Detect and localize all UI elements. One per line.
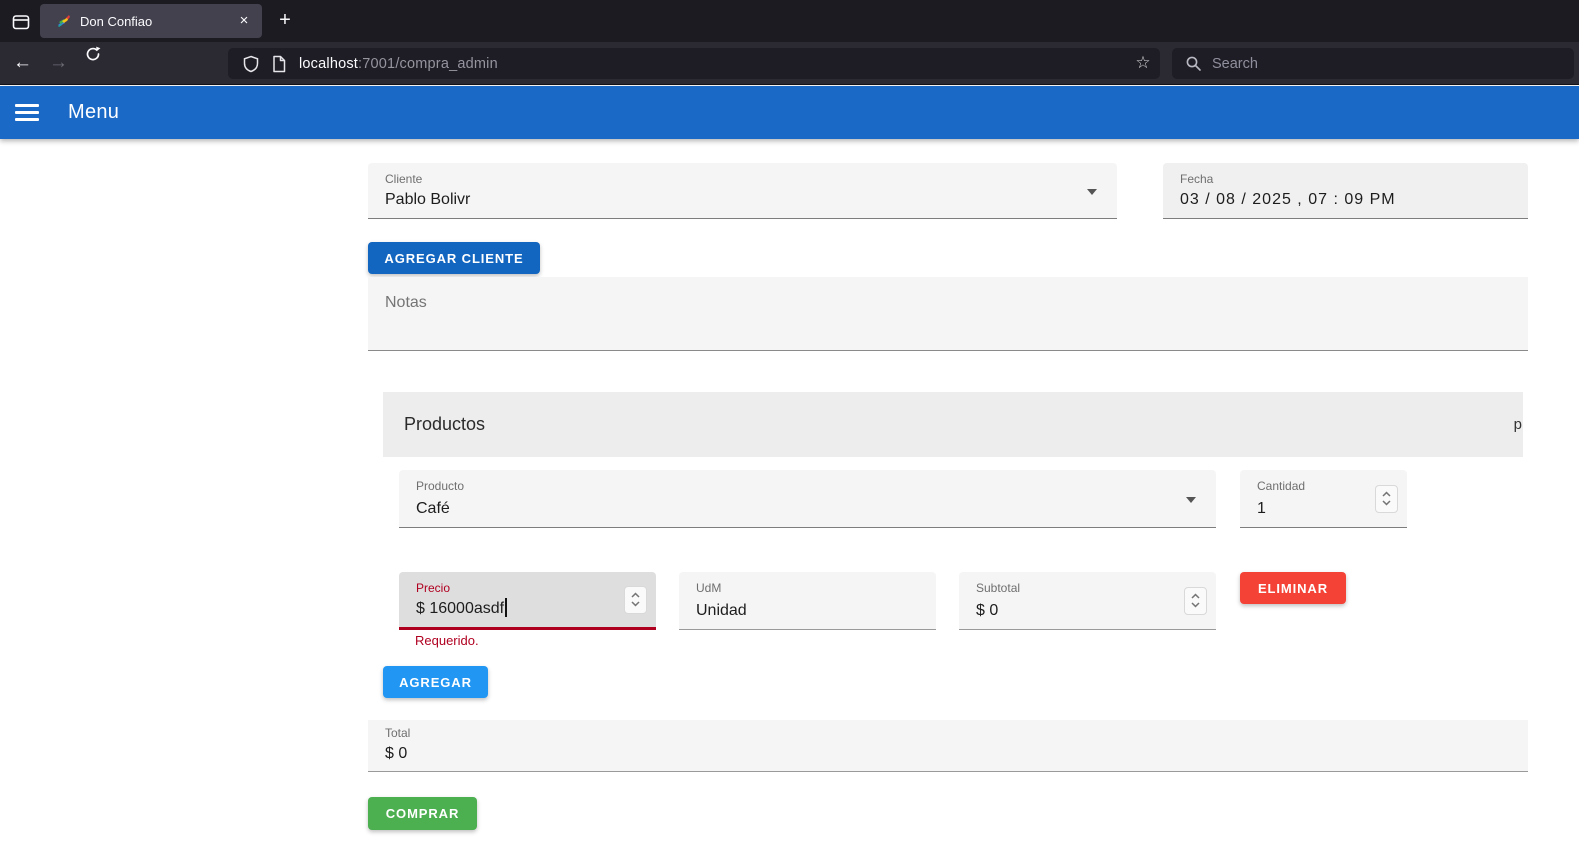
total-label: Total (385, 726, 410, 740)
app-bar-title: Menu (68, 101, 119, 124)
browser-nav-toolbar: ← → localhost:7001/compra_admin ☆ Se (0, 42, 1579, 85)
total-prefix: $ (385, 745, 394, 762)
cantidad-label: Cantidad (1257, 479, 1305, 493)
don-confiao-favicon-icon (56, 13, 72, 29)
total-value: $ 0 (385, 745, 407, 763)
chevron-down-icon[interactable] (1087, 189, 1097, 195)
subtotal-spinner[interactable] (1184, 587, 1207, 615)
agregar-cliente-button[interactable]: AGREGAR CLIENTE (368, 242, 540, 274)
bookmark-star-icon[interactable]: ☆ (1130, 50, 1156, 76)
new-tab-icon[interactable]: + (272, 8, 298, 34)
firefox-view-icon[interactable] (6, 7, 36, 37)
reload-icon[interactable] (84, 45, 102, 63)
cliente-label: Cliente (385, 172, 422, 186)
cliente-value: Pablo Bolivr (385, 191, 470, 209)
comprar-button[interactable]: COMPRAR (368, 797, 477, 830)
url-bar[interactable]: localhost:7001/compra_admin (228, 48, 1160, 79)
page-info-icon[interactable] (271, 55, 287, 73)
notas-textarea[interactable]: Notas (368, 277, 1528, 351)
precio-error-message: Requerido. (415, 633, 479, 648)
cantidad-input[interactable]: Cantidad 1 (1240, 470, 1407, 528)
forward-icon[interactable]: → (49, 52, 68, 74)
precio-input[interactable]: Precio $ 16000asdf (399, 572, 656, 630)
back-icon[interactable]: ← (13, 52, 32, 74)
chevron-down-icon[interactable] (1186, 497, 1196, 503)
url-path: :7001/compra_admin (358, 56, 498, 72)
precio-value: $ 16000asdf (416, 598, 507, 618)
fecha-label: Fecha (1180, 172, 1213, 186)
fecha-input[interactable]: Fecha 03 / 08 / 2025 , 07 : 09 PM (1163, 163, 1528, 219)
precio-prefix: $ (416, 600, 425, 617)
precio-spinner[interactable] (624, 586, 647, 614)
url-host: localhost (299, 56, 358, 72)
screen: Don Confiao × + ← → localhost:7001/compr… (0, 0, 1579, 856)
browser-tab[interactable]: Don Confiao × (40, 4, 262, 38)
subtotal-input[interactable]: Subtotal $ 0 (959, 572, 1216, 630)
precio-label: Precio (416, 581, 450, 595)
subtotal-value: $ 0 (976, 602, 998, 620)
productos-title: Productos (404, 414, 1514, 435)
app-bar: Menu (0, 86, 1579, 139)
tracking-protection-shield-icon[interactable] (242, 55, 260, 73)
cliente-select[interactable]: Cliente Pablo Bolivr (368, 163, 1117, 219)
fecha-value: 03 / 08 / 2025 , 07 : 09 PM (1180, 191, 1396, 209)
url-text[interactable]: localhost:7001/compra_admin (299, 56, 498, 72)
browser-search-box[interactable]: Search (1172, 48, 1574, 79)
subtotal-prefix: $ (976, 602, 985, 619)
cantidad-spinner[interactable] (1375, 485, 1398, 513)
tab-close-icon[interactable]: × (234, 11, 254, 31)
search-placeholder: Search (1212, 56, 1258, 72)
browser-tab-bar: Don Confiao × + (0, 0, 1579, 42)
total-field: Total $ 0 (368, 720, 1528, 772)
cantidad-value: 1 (1257, 500, 1266, 518)
udm-field[interactable]: UdM Unidad (679, 572, 936, 630)
producto-select[interactable]: Producto Café (399, 470, 1216, 528)
udm-value: Unidad (696, 602, 747, 620)
subtotal-label: Subtotal (976, 581, 1020, 595)
subtotal-text: 0 (989, 602, 998, 619)
producto-value: Café (416, 500, 450, 518)
hamburger-menu-icon[interactable] (15, 104, 39, 121)
tab-title: Don Confiao (80, 14, 234, 29)
eliminar-button[interactable]: ELIMINAR (1240, 572, 1346, 604)
productos-section-header: Productos p (383, 392, 1523, 457)
text-caret (505, 598, 507, 617)
productos-overflow-text: p (1514, 416, 1522, 433)
udm-label: UdM (696, 581, 721, 595)
precio-text: 16000asdf (429, 600, 504, 617)
producto-label: Producto (416, 479, 464, 493)
notas-label: Notas (385, 294, 427, 312)
agregar-button[interactable]: AGREGAR (383, 666, 488, 698)
search-icon (1185, 55, 1202, 72)
total-text: 0 (398, 745, 407, 762)
